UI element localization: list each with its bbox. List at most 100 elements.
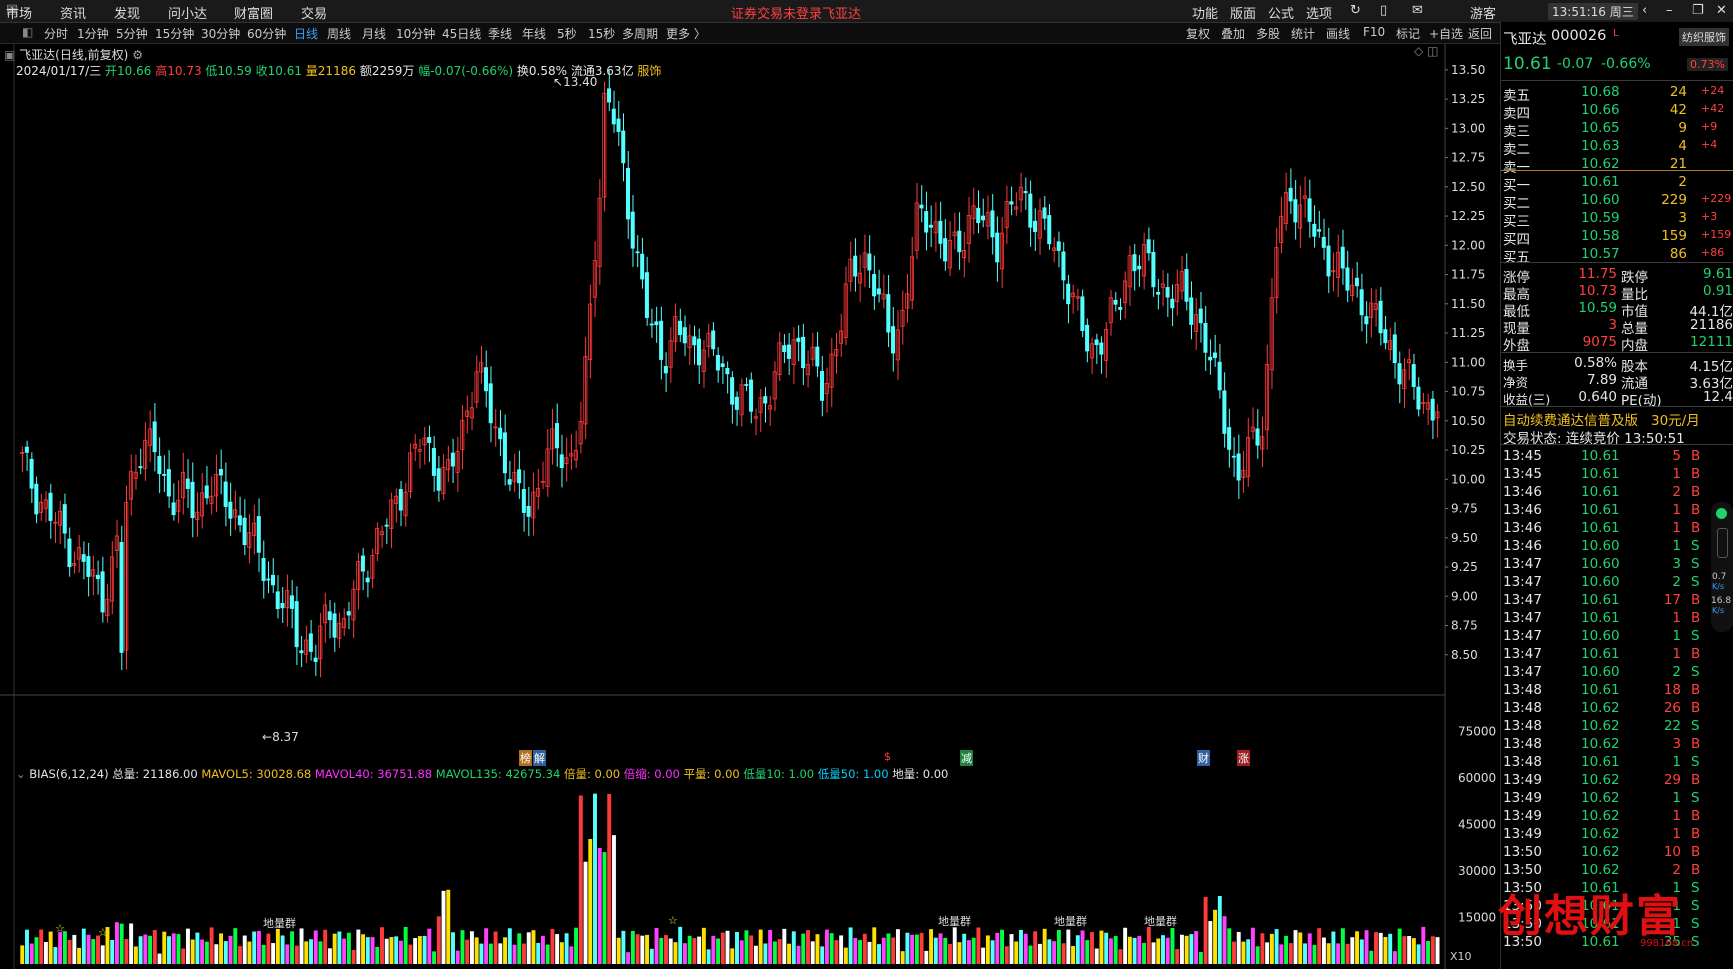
- period-quarterly[interactable]: 季线: [488, 25, 512, 42]
- indicator-name[interactable]: BIAS(6,12,24): [29, 767, 108, 781]
- menu-formula[interactable]: 公式: [1268, 3, 1294, 22]
- period-15min[interactable]: 15分钟: [155, 25, 194, 42]
- info-sector[interactable]: 服饰: [637, 64, 661, 78]
- menu-ask-xiaoda[interactable]: 问小达: [168, 3, 207, 22]
- guest-label[interactable]: 游客: [1470, 3, 1496, 22]
- menu-discover[interactable]: 发现: [114, 3, 140, 22]
- tool-add-watchlist[interactable]: +自选: [1429, 25, 1463, 42]
- bid-row[interactable]: 买四 10.58 159 +159: [1501, 228, 1733, 248]
- tick-price: 10.62: [1581, 700, 1620, 716]
- marker-unlock[interactable]: 解: [533, 750, 546, 766]
- bid-row[interactable]: 买二 10.60 229 +229: [1501, 192, 1733, 212]
- marker-finance[interactable]: 财: [1197, 750, 1210, 766]
- tick-row: 13:45 10.61 1 B: [1501, 466, 1733, 484]
- tick-price: 10.62: [1581, 862, 1620, 878]
- tick-time: 13:45: [1503, 448, 1542, 464]
- phone-icon[interactable]: ▯: [1380, 3, 1387, 18]
- period-multi[interactable]: 多周期: [622, 25, 658, 42]
- tool-draw[interactable]: 画线: [1326, 25, 1350, 42]
- volume-bar: [540, 935, 545, 964]
- panel-toggle-icon[interactable]: ◧: [22, 25, 33, 39]
- candle-body: [299, 650, 304, 654]
- period-5sec[interactable]: 5秒: [557, 25, 577, 42]
- marker-reduce[interactable]: 减: [960, 750, 973, 766]
- login-notice[interactable]: 证券交易未登录: [731, 3, 822, 22]
- candle-body: [1085, 324, 1090, 352]
- indicator-menu-icon[interactable]: ⌄: [16, 767, 26, 781]
- period-weekly[interactable]: 周线: [327, 25, 351, 42]
- speed-widget[interactable]: 0.7 K/s 16.8 K/s: [1711, 502, 1733, 632]
- menu-options[interactable]: 选项: [1306, 3, 1332, 22]
- stat-row: 现量 3 总量 21186: [1501, 317, 1733, 337]
- tick-volume: 17: [1663, 592, 1681, 608]
- period-45day[interactable]: 45日线: [442, 25, 481, 42]
- volume-bar: [895, 929, 900, 964]
- zoom-x10[interactable]: X10: [1450, 950, 1472, 963]
- tool-stats[interactable]: 统计: [1291, 25, 1315, 42]
- menu-function[interactable]: 功能: [1192, 3, 1218, 22]
- period-yearly[interactable]: 年线: [522, 25, 546, 42]
- candle-body: [1411, 364, 1416, 387]
- candle-body: [654, 321, 659, 326]
- period-more[interactable]: 更多 〉: [666, 25, 706, 42]
- ask-row[interactable]: 卖二 10.63 4 +4: [1501, 138, 1733, 158]
- sector-button[interactable]: 纺织服饰: [1679, 28, 1729, 46]
- volume-bar: [578, 795, 583, 964]
- notice-stock[interactable]: 飞亚达: [822, 3, 861, 22]
- promo-text[interactable]: 自动续费通达信普及版: [1503, 409, 1638, 429]
- minimize-icon[interactable]: –: [1666, 3, 1673, 18]
- tool-overlay[interactable]: 叠加: [1221, 25, 1245, 42]
- period-intraday[interactable]: 分时: [44, 25, 68, 42]
- menu-market[interactable]: 市场: [6, 3, 32, 22]
- tick-row: 13:48 10.62 26 B: [1501, 700, 1733, 718]
- period-30min[interactable]: 30分钟: [201, 25, 240, 42]
- bid-label: 买四: [1503, 232, 1530, 248]
- kline-chart[interactable]: 8.50 8.75 9.00 9.25 9.50 9.75 10.00 10.25 10.50 1…: [0, 44, 1500, 969]
- marker-ranking[interactable]: 榜: [519, 750, 532, 766]
- period-monthly[interactable]: 月线: [362, 25, 386, 42]
- tool-multi-stock[interactable]: 多股: [1256, 25, 1280, 42]
- tool-mark[interactable]: 标记: [1396, 25, 1420, 42]
- ask-row[interactable]: 卖四 10.66 42 +42: [1501, 102, 1733, 122]
- mail-icon[interactable]: ✉: [1412, 3, 1423, 18]
- tool-f10[interactable]: F10: [1363, 25, 1385, 39]
- ask-row[interactable]: 卖一 10.62 21: [1501, 156, 1733, 176]
- bid-row[interactable]: 买一 10.61 2: [1501, 174, 1733, 194]
- settings-icon[interactable]: ⚙: [132, 48, 143, 62]
- ask-row[interactable]: 卖五 10.68 24 +24: [1501, 84, 1733, 104]
- candle-body: [1165, 287, 1170, 298]
- ask-volume: 24: [1669, 84, 1687, 100]
- bid-row[interactable]: 买三 10.59 3 +3: [1501, 210, 1733, 230]
- restore-icon[interactable]: ❐: [1692, 3, 1704, 18]
- period-15sec[interactable]: 15秒: [588, 25, 615, 42]
- candle-body: [1094, 339, 1099, 346]
- close-icon[interactable]: ✕: [1716, 3, 1727, 18]
- tool-adjust[interactable]: 复权: [1186, 25, 1210, 42]
- period-1min[interactable]: 1分钟: [77, 25, 109, 42]
- marker-rise[interactable]: 涨: [1237, 750, 1250, 766]
- menu-layout[interactable]: 版面: [1230, 3, 1256, 22]
- refresh-icon[interactable]: ↻: [1350, 3, 1361, 18]
- period-5min[interactable]: 5分钟: [116, 25, 148, 42]
- maximize-icon[interactable]: ◫: [1427, 44, 1438, 58]
- period-daily[interactable]: 日线: [294, 25, 318, 42]
- volume-bar: [162, 931, 167, 964]
- menu-news[interactable]: 资讯: [60, 3, 86, 22]
- collapse-icon[interactable]: ▣: [4, 48, 15, 62]
- volume-bar: [384, 938, 389, 964]
- menu-trade[interactable]: 交易: [301, 3, 327, 22]
- back-arrow-icon[interactable]: ‹: [1642, 3, 1647, 18]
- ask-row[interactable]: 卖三 10.65 9 +9: [1501, 120, 1733, 140]
- period-60min[interactable]: 60分钟: [247, 25, 286, 42]
- candle-body: [725, 368, 730, 375]
- promo-row[interactable]: 自动续费通达信普及版 30元/月: [1501, 409, 1733, 429]
- tool-back[interactable]: 返回: [1468, 25, 1492, 42]
- volume-bar: [25, 929, 29, 964]
- volume-bar: [1094, 948, 1099, 964]
- period-10min[interactable]: 10分钟: [396, 25, 435, 42]
- volume-bar: [1179, 934, 1184, 964]
- menu-wealth-circle[interactable]: 财富圈: [234, 3, 273, 22]
- promo-price[interactable]: 30元/月: [1651, 409, 1700, 429]
- marker-dividend[interactable]: $: [884, 750, 891, 763]
- diamond-icon[interactable]: ◇: [1414, 44, 1423, 58]
